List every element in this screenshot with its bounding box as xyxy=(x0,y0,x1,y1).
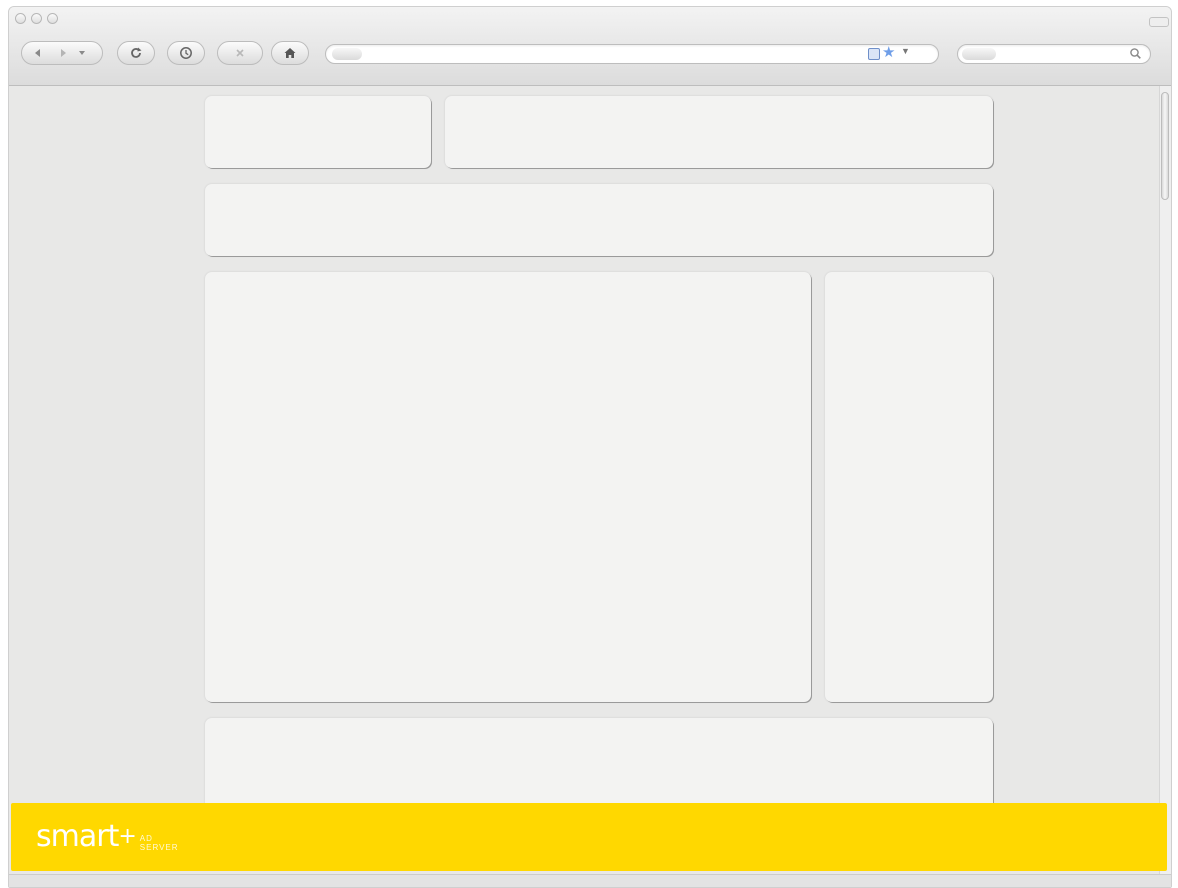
close-icon xyxy=(236,49,244,57)
rss-icon[interactable] xyxy=(868,48,880,60)
magnifier-icon[interactable] xyxy=(1129,47,1142,60)
main-content-placeholder xyxy=(205,272,811,702)
home-icon xyxy=(284,48,296,58)
browser-window: ★ ▼ smart+ AD SERVER xyxy=(8,6,1172,888)
clock-icon xyxy=(180,47,192,59)
smart-adserver-logo: smart+ AD SERVER xyxy=(36,820,179,854)
search-engine-icon[interactable] xyxy=(962,48,996,60)
reload-icon xyxy=(131,47,142,58)
close-window-button[interactable] xyxy=(15,13,26,24)
brand-tagline: AD SERVER xyxy=(139,834,179,852)
forward-button[interactable] xyxy=(58,47,70,59)
vertical-scrollbar[interactable] xyxy=(1159,86,1171,887)
header-placeholder xyxy=(445,96,993,168)
back-arrow-icon xyxy=(35,49,40,57)
home-button[interactable] xyxy=(271,41,309,65)
page-viewport xyxy=(9,86,1171,887)
brand-name: smart+ xyxy=(36,819,137,854)
logo-placeholder xyxy=(205,96,431,168)
chevron-down-icon xyxy=(79,51,85,55)
address-bar[interactable]: ★ ▼ xyxy=(325,44,939,64)
zoom-window-button[interactable] xyxy=(47,13,58,24)
status-bar xyxy=(9,874,1171,887)
star-icon[interactable]: ★ xyxy=(882,45,895,61)
back-forward-group xyxy=(21,41,103,65)
history-button[interactable] xyxy=(167,41,205,65)
ad-banner[interactable]: smart+ AD SERVER xyxy=(11,803,1167,871)
back-button[interactable] xyxy=(32,47,44,59)
search-input[interactable] xyxy=(957,44,1151,64)
stop-button[interactable] xyxy=(217,41,263,65)
site-identity-icon[interactable] xyxy=(332,48,362,60)
sidebar-placeholder xyxy=(825,272,993,702)
minimize-window-button[interactable] xyxy=(31,13,42,24)
chevron-down-icon[interactable]: ▼ xyxy=(901,46,910,56)
toolbar-toggle-button[interactable] xyxy=(1149,17,1169,27)
history-dropdown-button[interactable] xyxy=(78,49,86,57)
navigation-placeholder xyxy=(205,184,993,256)
reload-button[interactable] xyxy=(117,41,155,65)
browser-toolbar: ★ ▼ xyxy=(9,7,1171,86)
forward-arrow-icon xyxy=(61,49,66,57)
scrollbar-thumb[interactable] xyxy=(1161,92,1169,200)
